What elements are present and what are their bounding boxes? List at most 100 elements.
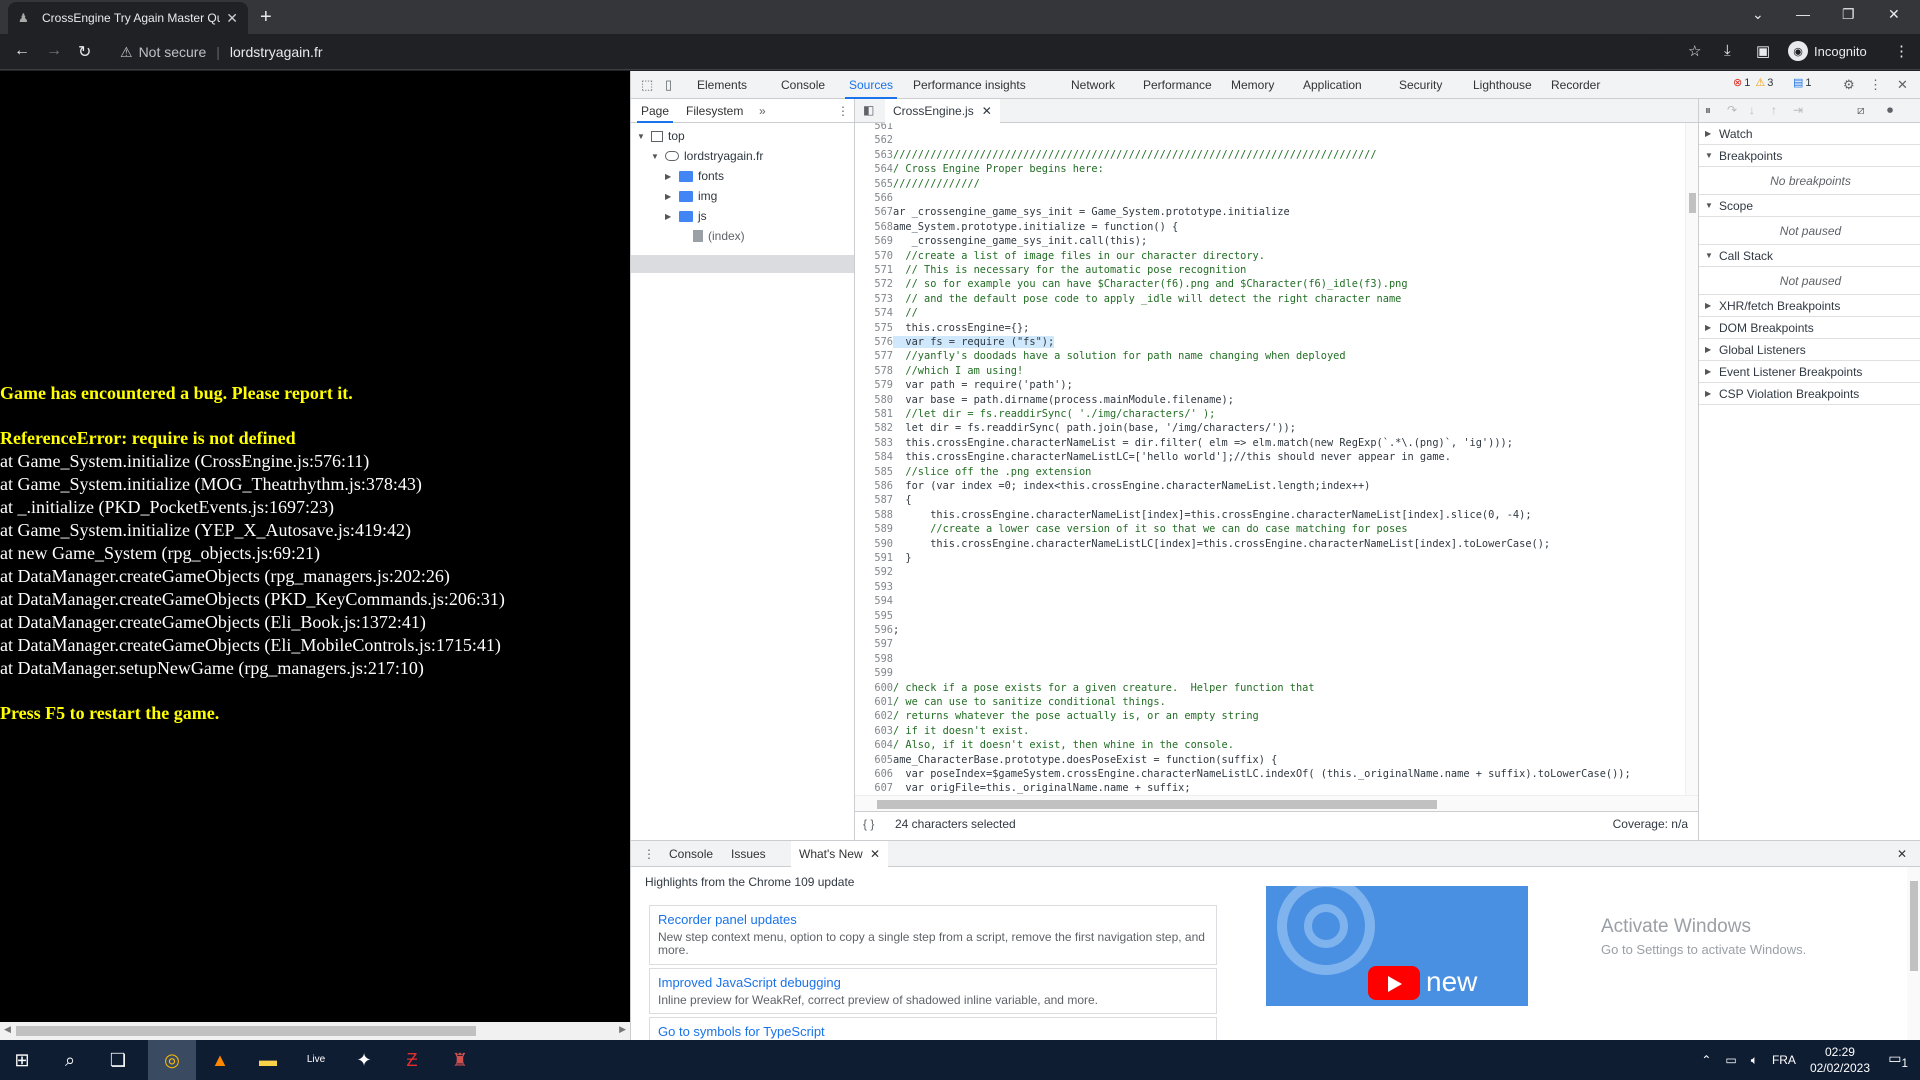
code-line[interactable]: 583 this.crossEngine.characterNameList =… — [855, 436, 1685, 450]
line-number[interactable]: 603 — [855, 724, 893, 738]
code-line[interactable]: 594 — [855, 594, 1685, 608]
news-card-recorder[interactable]: Recorder panel updates New step context … — [649, 905, 1217, 965]
code-line[interactable]: 580 var base = path.dirname(process.main… — [855, 393, 1685, 407]
code-line[interactable]: 601/ we can use to sanitize conditional … — [855, 695, 1685, 709]
code-line[interactable]: 571 // This is necessary for the automat… — [855, 263, 1685, 277]
dom-breakpoints-header[interactable]: ▶ DOM Breakpoints — [1699, 317, 1920, 339]
code-line[interactable]: 605ame_CharacterBase.prototype.doesPoseE… — [855, 753, 1685, 767]
code-line[interactable]: 568ame_System.prototype.initialize = fun… — [855, 220, 1685, 234]
code-line[interactable]: 578 //which I am using! — [855, 364, 1685, 378]
clock[interactable]: 02:29 02/02/2023 — [1810, 1044, 1870, 1076]
youtube-play-icon[interactable] — [1368, 966, 1420, 1000]
filezilla-icon[interactable]: Ƶ — [400, 1048, 424, 1072]
game-canvas[interactable]: Game has encountered a bug. Please repor… — [0, 71, 630, 1040]
scroll-thumb[interactable] — [877, 800, 1437, 809]
code-line[interactable]: 587 { — [855, 493, 1685, 507]
drawer-tab-whats-new[interactable]: What's New ✕ — [791, 841, 889, 867]
code-line[interactable]: 579 var path = require('path'); — [855, 378, 1685, 392]
line-number[interactable]: 568 — [855, 220, 893, 234]
forward-button[interactable]: → — [46, 42, 62, 60]
step-into-icon[interactable]: ↓ — [1749, 103, 1755, 117]
messages-badge[interactable]: ▤ 1 — [1793, 76, 1812, 90]
bookmark-star-icon[interactable]: ☆ — [1688, 42, 1701, 60]
code-line[interactable]: 564/ Cross Engine Proper begins here: — [855, 162, 1685, 176]
event-listener-breakpoints-header[interactable]: ▶ Event Listener Breakpoints — [1699, 361, 1920, 383]
deactivate-breakpoints-icon[interactable]: ⧄ — [1857, 103, 1865, 118]
close-tab-icon[interactable]: ✕ — [982, 104, 992, 118]
scroll-thumb[interactable] — [1910, 881, 1918, 971]
tray-chevron-icon[interactable]: ⌃ — [1701, 1053, 1711, 1067]
rpg-maker-icon[interactable]: ♜ — [448, 1048, 472, 1072]
line-number[interactable]: 590 — [855, 537, 893, 551]
file-explorer-icon[interactable]: ▬ — [256, 1048, 280, 1072]
issues-badge[interactable]: ⊗ 1 ⚠ 3 — [1733, 76, 1773, 90]
line-number[interactable]: 583 — [855, 436, 893, 450]
editor-horizontal-scrollbar[interactable] — [855, 795, 1698, 811]
devtools-tab-lighthouse[interactable]: Lighthouse — [1473, 78, 1532, 92]
code-line[interactable]: 596; — [855, 623, 1685, 637]
code-line[interactable]: 588 this.crossEngine.characterNameList[i… — [855, 508, 1685, 522]
line-number[interactable]: 601 — [855, 695, 893, 709]
line-number[interactable]: 579 — [855, 378, 893, 392]
new-tab-button[interactable]: + — [260, 6, 272, 29]
download-icon[interactable]: ⤓ — [1724, 42, 1731, 59]
line-number[interactable]: 575 — [855, 321, 893, 335]
devtools-tab-application[interactable]: Application — [1303, 78, 1362, 92]
scroll-thumb[interactable] — [1689, 193, 1696, 213]
line-number[interactable]: 606 — [855, 767, 893, 781]
nav-tab-page[interactable]: Page — [636, 104, 674, 123]
search-icon[interactable]: ⌕ — [58, 1048, 82, 1072]
code-line[interactable]: 592 — [855, 565, 1685, 579]
close-devtools-icon[interactable]: ✕ — [1897, 77, 1908, 93]
code-line[interactable]: 569 _crossengine_game_sys_init.call(this… — [855, 234, 1685, 248]
code-line[interactable]: 563/////////////////////////////////////… — [855, 148, 1685, 162]
tree-item-top[interactable]: ▼ top — [637, 129, 685, 143]
code-line[interactable]: 602/ returns whatever the pose actually … — [855, 709, 1685, 723]
menu-icon[interactable]: ⋮ — [1894, 42, 1909, 60]
drawer-menu-icon[interactable]: ⋮ — [643, 847, 655, 861]
line-number[interactable]: 596 — [855, 623, 893, 637]
line-number[interactable]: 589 — [855, 522, 893, 536]
live-app-icon[interactable]: Live — [304, 1048, 328, 1072]
line-number[interactable]: 576 — [855, 335, 893, 349]
code-line[interactable]: 567ar _crossengine_game_sys_init = Game_… — [855, 205, 1685, 219]
devtools-tab-sources[interactable]: Sources — [844, 78, 898, 99]
scope-pane-header[interactable]: ▼ Scope — [1699, 195, 1920, 217]
vlc-icon[interactable]: ▲ — [208, 1048, 232, 1072]
more-tabs-icon[interactable]: » — [759, 104, 766, 118]
line-number[interactable]: 582 — [855, 421, 893, 435]
navigator-menu-icon[interactable]: ⋮ — [837, 104, 849, 118]
code-line[interactable]: 607 var origFile=this._originalName.name… — [855, 781, 1685, 795]
line-number[interactable]: 578 — [855, 364, 893, 378]
code-line[interactable]: 595 — [855, 609, 1685, 623]
line-number[interactable]: 588 — [855, 508, 893, 522]
news-card-js-debugging[interactable]: Improved JavaScript debugging Inline pre… — [649, 968, 1217, 1014]
nav-tab-filesystem[interactable]: Filesystem — [686, 104, 743, 118]
windows-start-icon[interactable]: ⊞ — [10, 1048, 34, 1072]
pretty-print-icon[interactable]: { } — [863, 817, 874, 831]
code-line[interactable]: 606 var poseIndex=$gameSystem.crossEngin… — [855, 767, 1685, 781]
line-number[interactable]: 570 — [855, 249, 893, 263]
code-line[interactable]: 566 — [855, 191, 1685, 205]
line-number[interactable]: 597 — [855, 637, 893, 651]
devtools-tab-recorder[interactable]: Recorder — [1551, 78, 1600, 92]
minimize-button[interactable]: — — [1796, 6, 1810, 22]
xhr-breakpoints-header[interactable]: ▶ XHR/fetch Breakpoints — [1699, 295, 1920, 317]
line-number[interactable]: 591 — [855, 551, 893, 565]
pause-icon[interactable]: ⏸ — [1705, 103, 1711, 118]
code-line[interactable]: 591 } — [855, 551, 1685, 565]
line-number[interactable]: 604 — [855, 738, 893, 752]
page-horizontal-scrollbar[interactable]: ◀ ▶ — [0, 1022, 630, 1040]
line-number[interactable]: 562 — [855, 133, 893, 147]
side-panel-icon[interactable]: ▣ — [1756, 42, 1770, 60]
devtools-tab-network[interactable]: Network — [1071, 78, 1115, 92]
code-line[interactable]: 600/ check if a pose exists for a given … — [855, 681, 1685, 695]
code-line[interactable]: 575 this.crossEngine={}; — [855, 321, 1685, 335]
card-title[interactable]: Improved JavaScript debugging — [658, 975, 1208, 990]
code-line[interactable]: 570 //create a list of image files in ou… — [855, 249, 1685, 263]
line-number[interactable]: 580 — [855, 393, 893, 407]
step-icon[interactable]: ⇥ — [1793, 103, 1803, 117]
line-number[interactable]: 594 — [855, 594, 893, 608]
line-number[interactable]: 605 — [855, 753, 893, 767]
code-line[interactable]: 561 — [855, 123, 1685, 133]
